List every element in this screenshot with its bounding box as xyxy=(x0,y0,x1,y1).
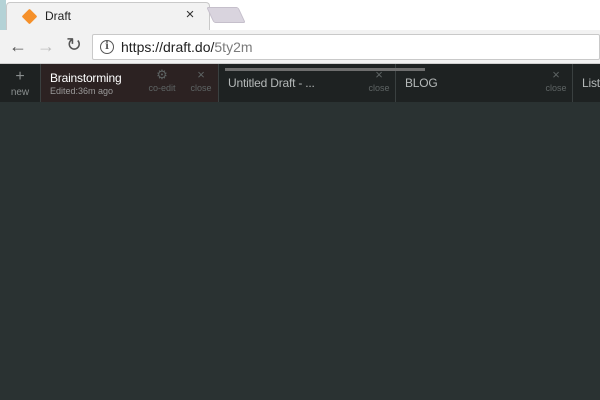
back-arrow-icon[interactable]: ← xyxy=(6,34,30,58)
coedit-icon: ⚙ xyxy=(156,67,168,82)
doc-tab-brainstorming[interactable]: Brainstorming Edited:36m ago ⚙ co-edit ×… xyxy=(40,64,218,102)
doc-tab-liste[interactable]: Liste xyxy=(572,64,600,102)
doc-tab-title: Liste xyxy=(582,76,600,90)
browser-tab-draft[interactable]: Draft × xyxy=(6,2,210,30)
close-doc-button[interactable]: × close xyxy=(187,68,215,93)
new-browser-tab-button[interactable] xyxy=(206,7,246,23)
forward-arrow-icon[interactable]: → xyxy=(34,34,58,58)
coedit-button[interactable]: ⚙ co-edit xyxy=(145,68,179,93)
url-host: https://draft.do/ xyxy=(121,39,215,55)
close-label: close xyxy=(190,83,212,93)
doc-tab-title: Untitled Draft - ... xyxy=(228,76,315,90)
close-doc-button[interactable]: × close xyxy=(365,68,393,93)
editor-area[interactable] xyxy=(0,102,600,400)
address-bar[interactable]: i https://draft.do/5ty2m xyxy=(92,34,600,60)
reload-icon[interactable]: ↻ xyxy=(62,34,86,58)
new-label: new xyxy=(10,87,30,98)
close-label: close xyxy=(368,83,390,93)
close-doc-button[interactable]: × close xyxy=(542,68,570,93)
close-tab-icon[interactable]: × xyxy=(182,6,198,24)
doc-tab-title: Brainstorming xyxy=(50,71,122,85)
coedit-label: co-edit xyxy=(148,83,176,93)
site-info-icon[interactable]: i xyxy=(100,40,114,54)
tab-indicator-line xyxy=(225,68,425,71)
close-icon: × xyxy=(197,67,205,82)
doc-tab-title: BLOG xyxy=(405,76,438,90)
close-label: close xyxy=(545,83,567,93)
browser-tab-title: Draft xyxy=(45,9,72,23)
url-path: 5ty2m xyxy=(214,39,253,55)
plus-icon: + xyxy=(15,68,25,85)
browser-toolbar: ← → ↻ i https://draft.do/5ty2m xyxy=(0,30,600,64)
url-text[interactable]: https://draft.do/5ty2m xyxy=(121,39,253,55)
browser-tabstrip: Draft × xyxy=(0,0,600,30)
draft-favicon-icon xyxy=(21,8,38,25)
close-icon: × xyxy=(552,67,560,82)
new-document-button[interactable]: + new xyxy=(0,64,40,102)
doc-tab-edited-time: Edited:36m ago xyxy=(50,86,114,96)
